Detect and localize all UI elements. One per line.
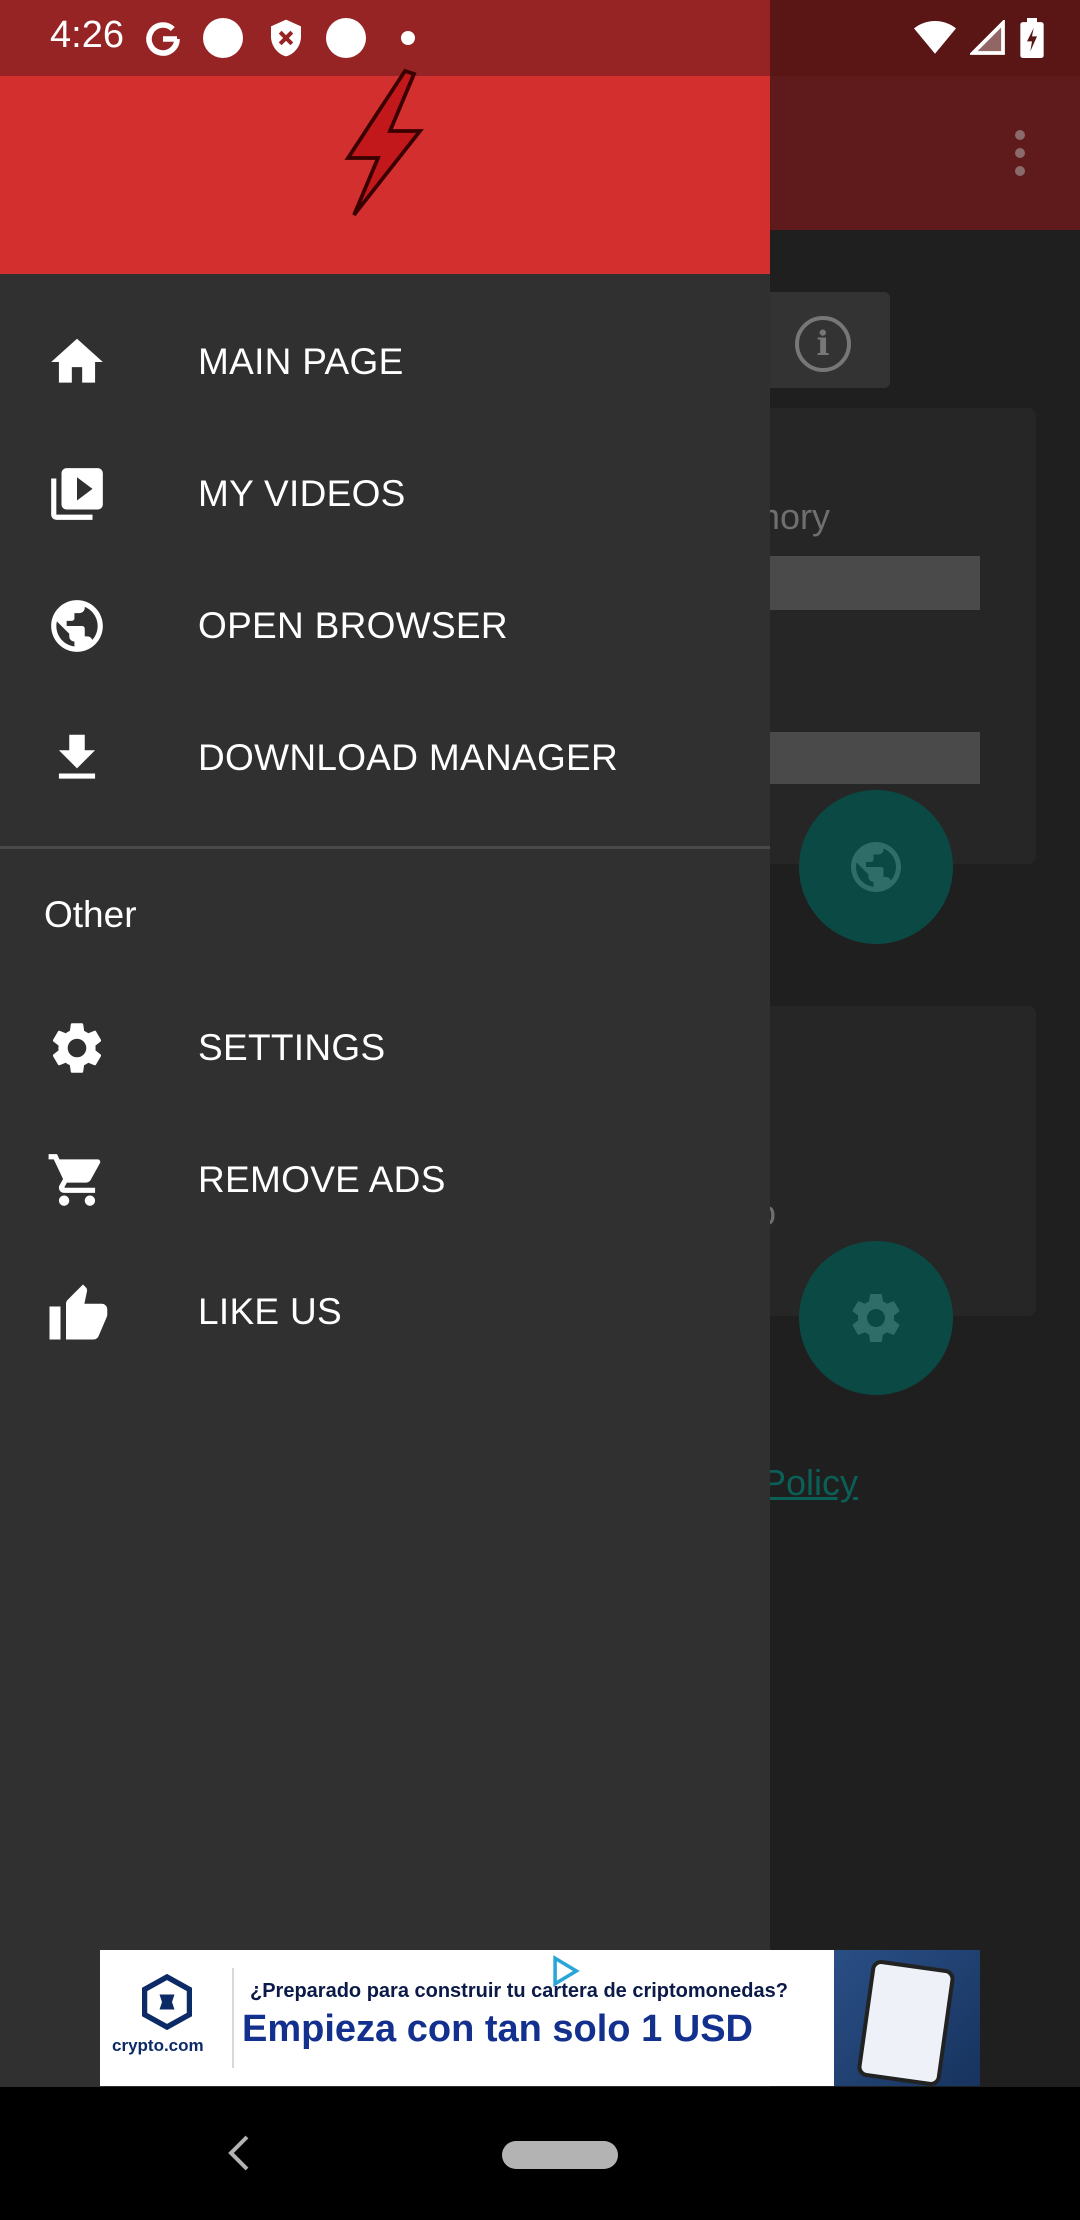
circle-icon	[326, 18, 366, 58]
video-library-icon	[44, 461, 110, 527]
back-icon[interactable]	[224, 2133, 254, 2173]
menu-item-like-us[interactable]: LIKE US	[0, 1246, 770, 1378]
menu-item-remove-ads[interactable]: REMOVE ADS	[0, 1114, 770, 1246]
privacy-policy-link[interactable]: Policy	[762, 1462, 858, 1504]
section-header-other: Other	[44, 894, 137, 935]
menu-item-label: SETTINGS	[198, 1027, 386, 1068]
menu-item-settings[interactable]: SETTINGS	[0, 982, 770, 1114]
ad-headline: ¿Preparado para construir tu cartera de …	[250, 1980, 788, 2002]
thumbs-up-icon	[44, 1279, 110, 1345]
menu-item-open-browser[interactable]: OPEN BROWSER	[0, 560, 770, 692]
status-right-icons	[914, 18, 1044, 58]
menu-item-label: MAIN PAGE	[198, 341, 404, 382]
more-options-icon[interactable]	[1008, 130, 1032, 180]
battery-charging-icon	[1020, 18, 1044, 58]
shield-icon	[271, 19, 301, 57]
status-bar: 4:26	[0, 0, 1080, 76]
browser-fab[interactable]	[799, 790, 953, 944]
menu-item-download-manager[interactable]: DOWNLOAD MANAGER	[0, 692, 770, 824]
system-nav-bar	[0, 2087, 1080, 2220]
dot-icon	[401, 31, 415, 45]
ad-tagline: Empieza con tan solo 1 USD	[242, 2008, 753, 2050]
cart-icon	[44, 1147, 110, 1213]
ad-brand-logo: crypto.com	[100, 1950, 232, 2086]
storage-bar	[760, 732, 980, 784]
settings-fab[interactable]	[799, 1241, 953, 1395]
globe-icon	[44, 593, 110, 659]
menu-item-label: DOWNLOAD MANAGER	[198, 737, 619, 778]
gear-icon	[852, 1294, 900, 1342]
menu-item-label: MY VIDEOS	[198, 473, 406, 514]
home-icon	[44, 329, 110, 395]
navigation-drawer: MAIN PAGE MY VIDEOS OPEN BROWSER DOWNLOA…	[0, 68, 770, 2087]
lightning-bolt-icon	[344, 68, 424, 217]
info-icon[interactable]: i	[795, 316, 851, 372]
download-icon	[44, 725, 110, 791]
crypto-logo-icon	[142, 1974, 192, 2030]
ad-phone-screen	[856, 1958, 956, 2086]
drawer-divider	[0, 846, 770, 849]
ad-phone-image	[834, 1950, 980, 2086]
signal-icon	[970, 20, 1005, 55]
globe-icon	[851, 842, 901, 892]
menu-item-label: LIKE US	[198, 1291, 342, 1332]
wifi-icon	[914, 21, 956, 54]
menu-item-label: OPEN BROWSER	[198, 605, 508, 646]
menu-item-my-videos[interactable]: MY VIDEOS	[0, 428, 770, 560]
menu-item-main-page[interactable]: MAIN PAGE	[0, 296, 770, 428]
circle-icon	[203, 18, 243, 58]
status-time: 4:26	[50, 14, 124, 56]
google-icon	[146, 22, 180, 56]
drawer-header	[0, 68, 770, 274]
ad-brand-name: crypto.com	[112, 2036, 204, 2055]
ad-separator	[232, 1968, 234, 2068]
home-pill[interactable]	[502, 2141, 618, 2169]
gear-icon	[44, 1015, 110, 1081]
menu-item-label: REMOVE ADS	[198, 1159, 446, 1200]
memory-bar	[760, 556, 980, 610]
ad-banner[interactable]: crypto.com ¿Preparado para construir tu …	[100, 1950, 980, 2086]
